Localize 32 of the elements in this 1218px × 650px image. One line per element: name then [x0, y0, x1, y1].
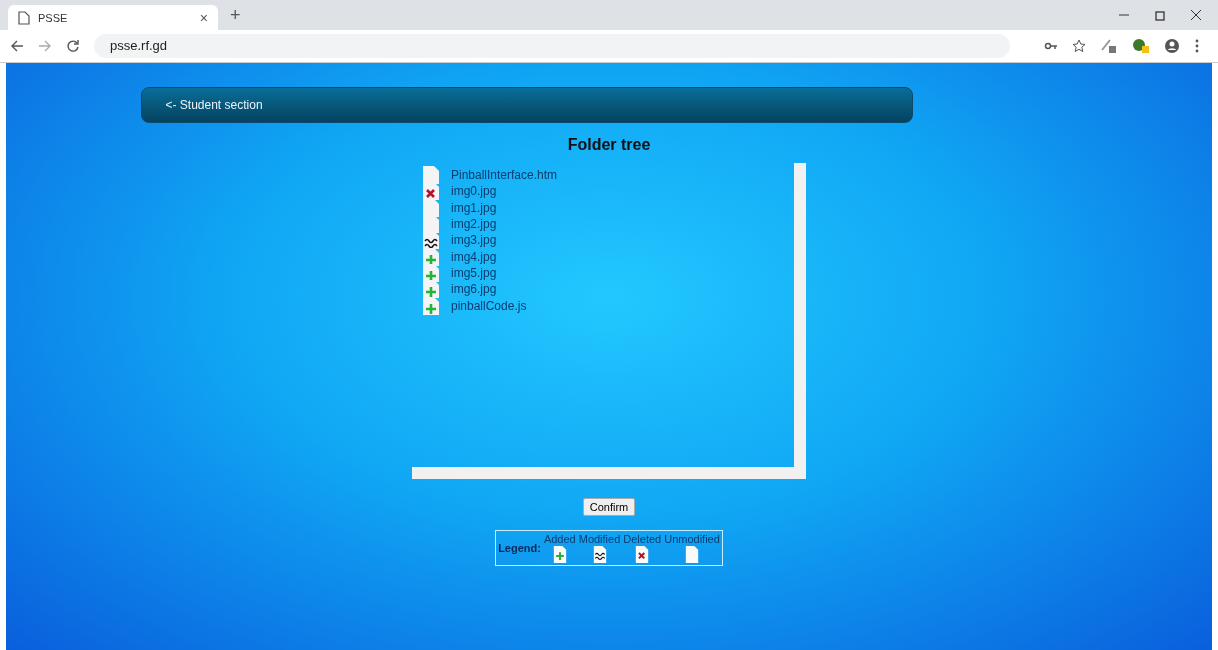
page-icon	[18, 10, 30, 25]
file-name[interactable]: img2.jpg	[451, 217, 497, 232]
file-name[interactable]: img3.jpg	[451, 233, 497, 248]
address-field[interactable]: psse.rf.gd	[94, 34, 1010, 58]
account-icon[interactable]	[1164, 38, 1180, 54]
file-name[interactable]: pinballCode.js	[451, 298, 527, 313]
file-name[interactable]: img6.jpg	[451, 282, 497, 297]
legend-text: Unmodified	[664, 533, 720, 545]
restore-icon[interactable]	[1154, 9, 1166, 21]
close-tab-button[interactable]: ×	[199, 9, 208, 26]
file-name[interactable]: PinballInterface.htm	[451, 168, 558, 183]
confirm-button[interactable]: Confirm	[582, 498, 636, 516]
horizontal-scrollbar[interactable]	[412, 467, 806, 479]
star-icon[interactable]	[1072, 39, 1086, 53]
student-section-link[interactable]: <- Student section	[165, 98, 263, 112]
legend-text: Deleted	[623, 533, 662, 545]
legend-label: Legend:	[498, 542, 541, 554]
close-icon[interactable]	[1190, 9, 1202, 21]
reload-icon[interactable]	[66, 39, 80, 53]
new-tab-button[interactable]: +	[230, 5, 241, 26]
file-name[interactable]: img5.jpg	[451, 265, 497, 280]
file-name[interactable]: img0.jpg	[451, 184, 497, 199]
back-icon[interactable]	[10, 39, 24, 53]
file-name[interactable]: img4.jpg	[451, 249, 497, 264]
vertical-scrollbar[interactable]	[794, 163, 806, 467]
legend-text: Modified	[578, 533, 621, 545]
page-title: Folder tree	[567, 136, 651, 154]
browser-tab[interactable]: PSSE ×	[8, 5, 218, 30]
menu-icon[interactable]	[1194, 38, 1200, 54]
tab-title: PSSE	[38, 11, 69, 24]
file-name[interactable]: img1.jpg	[451, 200, 497, 215]
legend-text: Added	[543, 533, 576, 545]
